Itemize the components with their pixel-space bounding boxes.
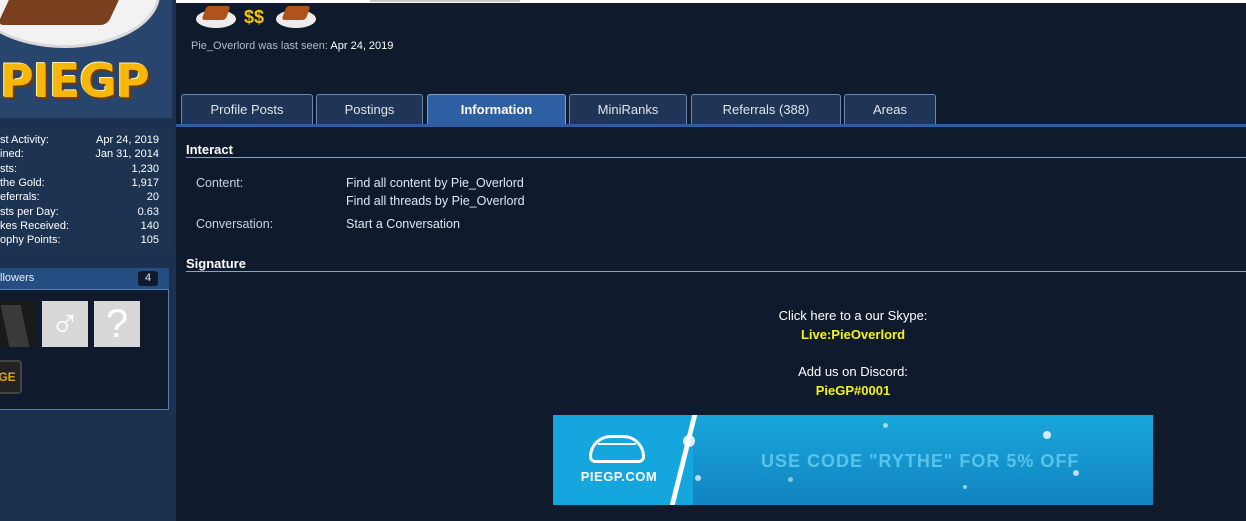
stat-row-trophy-points: ophy Points: 105 [0, 234, 169, 248]
followers-label: llowers [0, 272, 35, 284]
stat-row-last-activity: st Activity: Apr 24, 2019 [0, 134, 169, 148]
stat-label: eferrals: [0, 191, 40, 203]
tab-underline [176, 124, 1246, 127]
stat-value: 0.63 [137, 206, 159, 218]
sparkle [695, 475, 701, 481]
interact-heading: Interact [186, 142, 1246, 158]
top-strip [0, 0, 1246, 3]
banner-promo-text: USE CODE "RYTHE" FOR 5% OFF [761, 451, 1080, 471]
find-all-content-link[interactable]: Find all content by Pie_Overlord [346, 176, 524, 190]
stat-row-joined: ined: Jan 31, 2014 [0, 148, 169, 162]
sparkle [1073, 470, 1079, 476]
stat-label: the Gold: [0, 177, 45, 189]
promo-banner[interactable]: PIEGP.COM USE CODE "RYTHE" FOR 5% OFF [553, 415, 1153, 505]
tab-miniranks[interactable]: MiniRanks [569, 94, 687, 124]
discord-prompt: Add us on Discord: [798, 364, 908, 379]
find-all-threads-link[interactable]: Find all threads by Pie_Overlord [346, 194, 525, 208]
stat-label: kes Received: [0, 220, 70, 232]
male-symbol-icon: ♂ [50, 302, 80, 346]
follower-avatar[interactable]: ? [94, 301, 140, 347]
avatar[interactable]: PIEGP [0, 0, 172, 118]
start-conversation-link[interactable]: Start a Conversation [346, 217, 460, 231]
banner-brand-text: PIEGP.COM [580, 469, 658, 484]
sparkle [883, 423, 888, 428]
avatar-logo-text: PIEGP [0, 54, 150, 108]
follower-avatar[interactable]: ♂ [42, 301, 88, 347]
content-label: Content: [196, 176, 244, 190]
discord-id: PieGP#0001 [815, 383, 891, 398]
stat-label: sts: [0, 163, 18, 175]
profile-sidebar: PIEGP st Activity: Apr 24, 2019 ined: Ja… [0, 0, 176, 521]
stat-value: Jan 31, 2014 [95, 148, 159, 160]
follower-avatar-image [0, 305, 30, 347]
tab-profile-posts[interactable]: Profile Posts [181, 94, 313, 124]
stat-label: ined: [0, 148, 24, 160]
stat-value: Apr 24, 2019 [96, 134, 159, 146]
stat-label: ophy Points: [0, 234, 61, 246]
tab-postings[interactable]: Postings [316, 94, 423, 124]
follower-avatar[interactable] [0, 301, 36, 347]
unknown-avatar-icon: ? [105, 302, 129, 346]
stat-label: st Activity: [0, 134, 49, 146]
stat-row-referrals: eferrals: 20 [0, 191, 169, 205]
pie-slice-icon [276, 4, 316, 28]
signature-heading: Signature [186, 256, 1246, 272]
conversation-label: Conversation: [196, 217, 274, 231]
stat-row-gold: the Gold: 1,917 [0, 177, 169, 191]
top-strip-divider [370, 0, 520, 2]
stat-value: 1,230 [131, 163, 159, 175]
stat-value: 1,917 [131, 177, 159, 189]
sparkle [788, 477, 793, 482]
tab-areas[interactable]: Areas [844, 94, 936, 124]
profile-stats: st Activity: Apr 24, 2019 ined: Jan 31, … [0, 126, 169, 258]
tab-referrals[interactable]: Referrals (388) [691, 94, 841, 124]
follower-avatar[interactable]: GE [0, 360, 22, 394]
stat-value: 140 [140, 220, 159, 232]
stat-label: sts per Day: [0, 206, 59, 218]
sparkle [1043, 431, 1051, 439]
skype-link[interactable]: Live:PieOverlord [552, 327, 1154, 342]
last-seen-date: Apr 24, 2019 [330, 40, 394, 52]
followers-count-badge: 4 [138, 271, 158, 286]
followers-list: ♂ ? GE [0, 289, 169, 410]
last-seen-prefix: Pie_Overlord was last seen: [191, 40, 328, 52]
trophy-icons: $$ [196, 4, 321, 30]
follower-badge-text: GE [0, 370, 16, 384]
sparkle [683, 435, 695, 447]
stat-row-posts-per-day: sts per Day: 0.63 [0, 206, 169, 220]
stat-row-posts: sts: 1,230 [0, 163, 169, 177]
skype-prompt: Click here to a our Skype: [778, 308, 928, 323]
pie-logo-icon [589, 435, 645, 463]
stat-value: 20 [146, 191, 159, 203]
pie-slice-icon [196, 4, 236, 28]
gold-coins-icon: $$ [244, 7, 265, 27]
followers-header[interactable]: llowers 4 [0, 268, 169, 289]
tab-information[interactable]: Information [427, 94, 566, 124]
stat-row-likes-received: kes Received: 140 [0, 220, 169, 234]
last-seen-text: Pie_Overlord was last seen: Apr 24, 2019 [191, 40, 393, 54]
sparkle [963, 485, 967, 489]
stat-value: 105 [140, 234, 159, 246]
